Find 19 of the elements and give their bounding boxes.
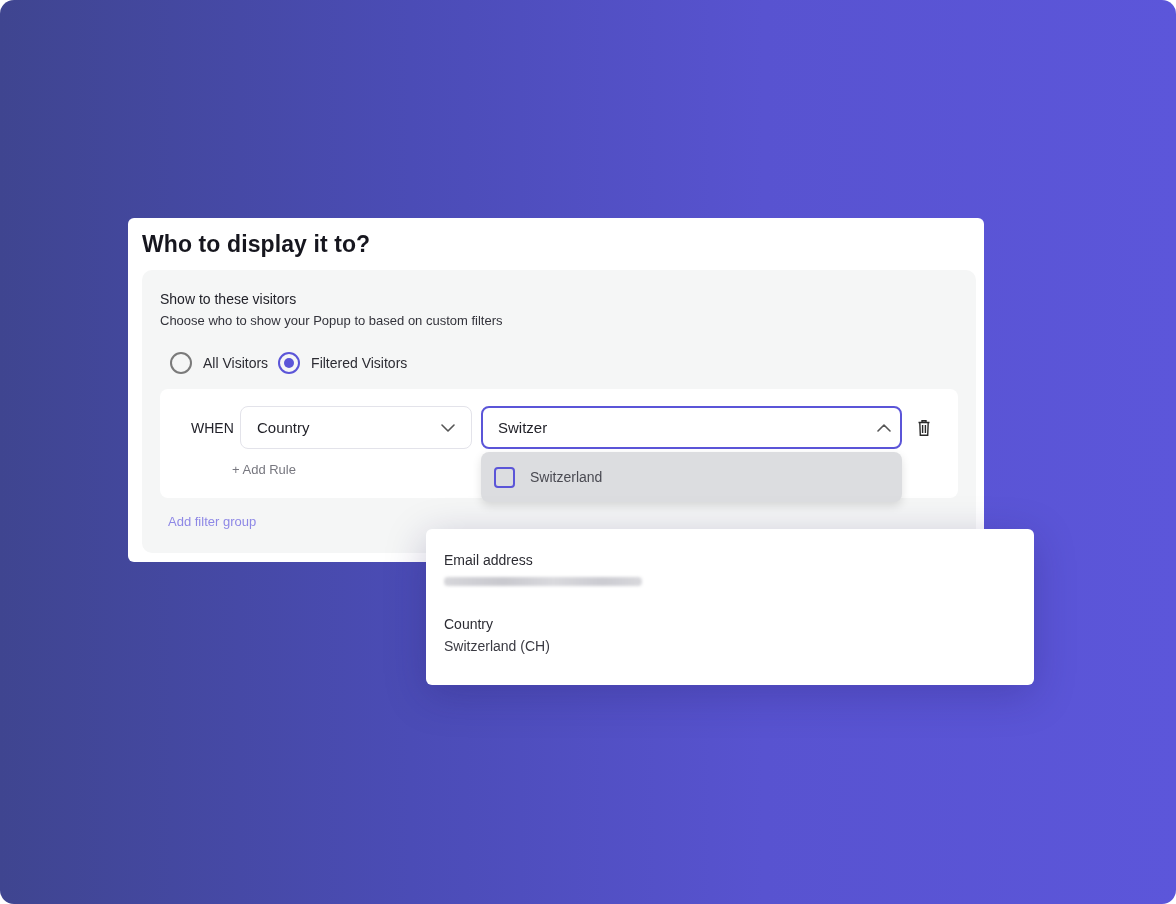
field-label: Email address <box>444 551 533 570</box>
radio-button[interactable] <box>170 352 192 374</box>
field-value: Switzerland (CH) <box>444 637 550 656</box>
field-select[interactable]: Country <box>240 406 472 449</box>
dropdown-option[interactable]: Switzerland <box>481 452 902 502</box>
condition-label: WHEN <box>191 419 235 436</box>
chevron-up-icon <box>877 423 891 432</box>
value-combobox[interactable]: Switzer <box>481 406 902 449</box>
section-description: Choose who to show your Popup to based on custom filters <box>160 312 503 330</box>
section-heading: Show to these visitors <box>160 290 297 309</box>
checkbox[interactable] <box>494 466 515 488</box>
chevron-down-icon <box>441 423 455 432</box>
radio-button[interactable] <box>278 352 301 374</box>
trash-icon[interactable] <box>918 419 930 436</box>
card-title: Who to display it to? <box>142 230 372 259</box>
add-rule-link[interactable]: + Add Rule <box>232 461 296 479</box>
radio-label[interactable]: Filtered Visitors <box>311 353 408 373</box>
radio-label[interactable]: All Visitors <box>203 353 269 373</box>
field-label: Country <box>444 615 494 634</box>
